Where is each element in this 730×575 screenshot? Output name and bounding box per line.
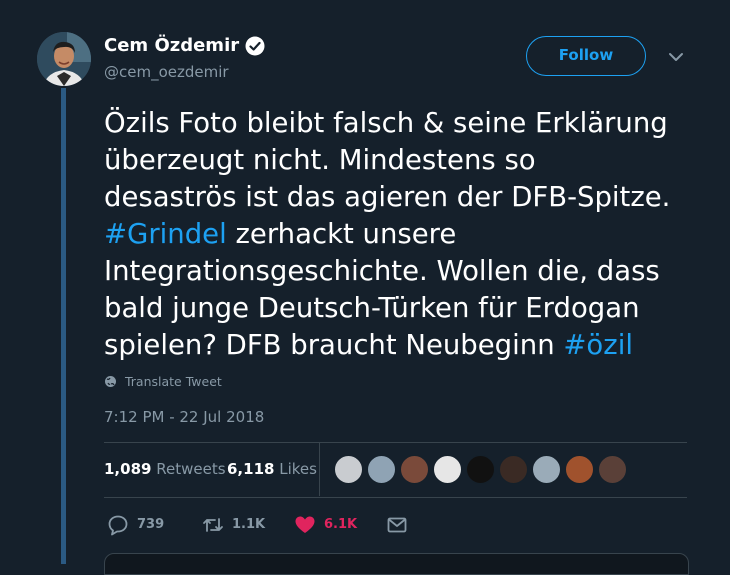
chevron-down-icon[interactable] [668, 52, 684, 62]
tweet-text-segment: spielen? DFB braucht Neubeginn [104, 329, 564, 361]
liker-avatar[interactable] [499, 455, 528, 484]
tweet-text-segment: desaströs ist das agieren der DFB-Spitze… [104, 181, 671, 213]
stats-divider [319, 443, 320, 496]
like-count: 6.1K [324, 517, 358, 532]
liker-avatar[interactable] [598, 455, 627, 484]
tweet-line: desaströs ist das agieren der DFB-Spitze… [104, 179, 704, 216]
globe-icon [105, 376, 116, 387]
follow-button[interactable]: Follow [526, 36, 646, 76]
translate-tweet-link[interactable]: Translate Tweet [104, 374, 222, 389]
tweet-text-segment: Integrationsgeschichte. Wollen die, dass [104, 255, 660, 287]
reply-icon [108, 515, 128, 536]
likes-count: 6,118 [227, 460, 275, 478]
hashtag-link[interactable]: #özil [563, 329, 633, 361]
liker-avatar[interactable] [532, 455, 561, 484]
tweet-line: #Grindel zerhackt unsere [104, 216, 704, 253]
liker-avatar[interactable] [466, 455, 495, 484]
display-name[interactable]: Cem Özdemir [104, 35, 239, 56]
liker-avatar[interactable] [400, 455, 429, 484]
retweet-icon [203, 518, 223, 532]
tweet-line: bald junge Deutsch-Türken für Erdogan [104, 290, 704, 327]
divider [104, 497, 687, 498]
timestamp[interactable]: 7:12 PM - 22 Jul 2018 [104, 408, 264, 426]
tweet-text-segment: Özils Foto bleibt falsch & seine Erkläru… [104, 107, 668, 139]
hashtag-link[interactable]: #Grindel [104, 218, 227, 250]
likes-stat[interactable]: 6,118 Likes [227, 460, 317, 478]
tweet-line: Özils Foto bleibt falsch & seine Erkläru… [104, 105, 704, 142]
liker-avatar[interactable] [565, 455, 594, 484]
envelope-icon [387, 517, 407, 533]
retweets-label: Retweets [156, 460, 226, 478]
avatar[interactable] [37, 32, 91, 86]
tweet-text-segment: zerhackt unsere [226, 218, 457, 250]
liker-avatar[interactable] [334, 455, 363, 484]
divider [104, 442, 687, 443]
retweet-count: 1.1K [232, 517, 266, 532]
tweet-text-segment: bald junge Deutsch-Türken für Erdogan [104, 292, 640, 324]
liker-avatar[interactable] [433, 455, 462, 484]
tweet-text: Özils Foto bleibt falsch & seine Erkläru… [104, 105, 704, 364]
tweet-text-segment: überzeugt nicht. Mindestens so [104, 144, 536, 176]
retweets-count: 1,089 [104, 460, 152, 478]
likes-label: Likes [279, 460, 317, 478]
reply-count: 739 [137, 517, 165, 532]
thread-line [61, 88, 66, 564]
tweet-line: spielen? DFB braucht Neubeginn #özil [104, 327, 704, 364]
tweet-line: überzeugt nicht. Mindestens so [104, 142, 704, 179]
reply-card [104, 553, 689, 575]
heart-icon [295, 516, 315, 533]
retweets-stat[interactable]: 1,089 Retweets [104, 460, 226, 478]
tweet-line: Integrationsgeschichte. Wollen die, dass [104, 253, 704, 290]
verified-badge-icon [245, 36, 265, 56]
liker-avatar[interactable] [367, 455, 396, 484]
translate-label[interactable]: Translate Tweet [125, 374, 222, 389]
handle[interactable]: @cem_oezdemir [104, 63, 229, 81]
